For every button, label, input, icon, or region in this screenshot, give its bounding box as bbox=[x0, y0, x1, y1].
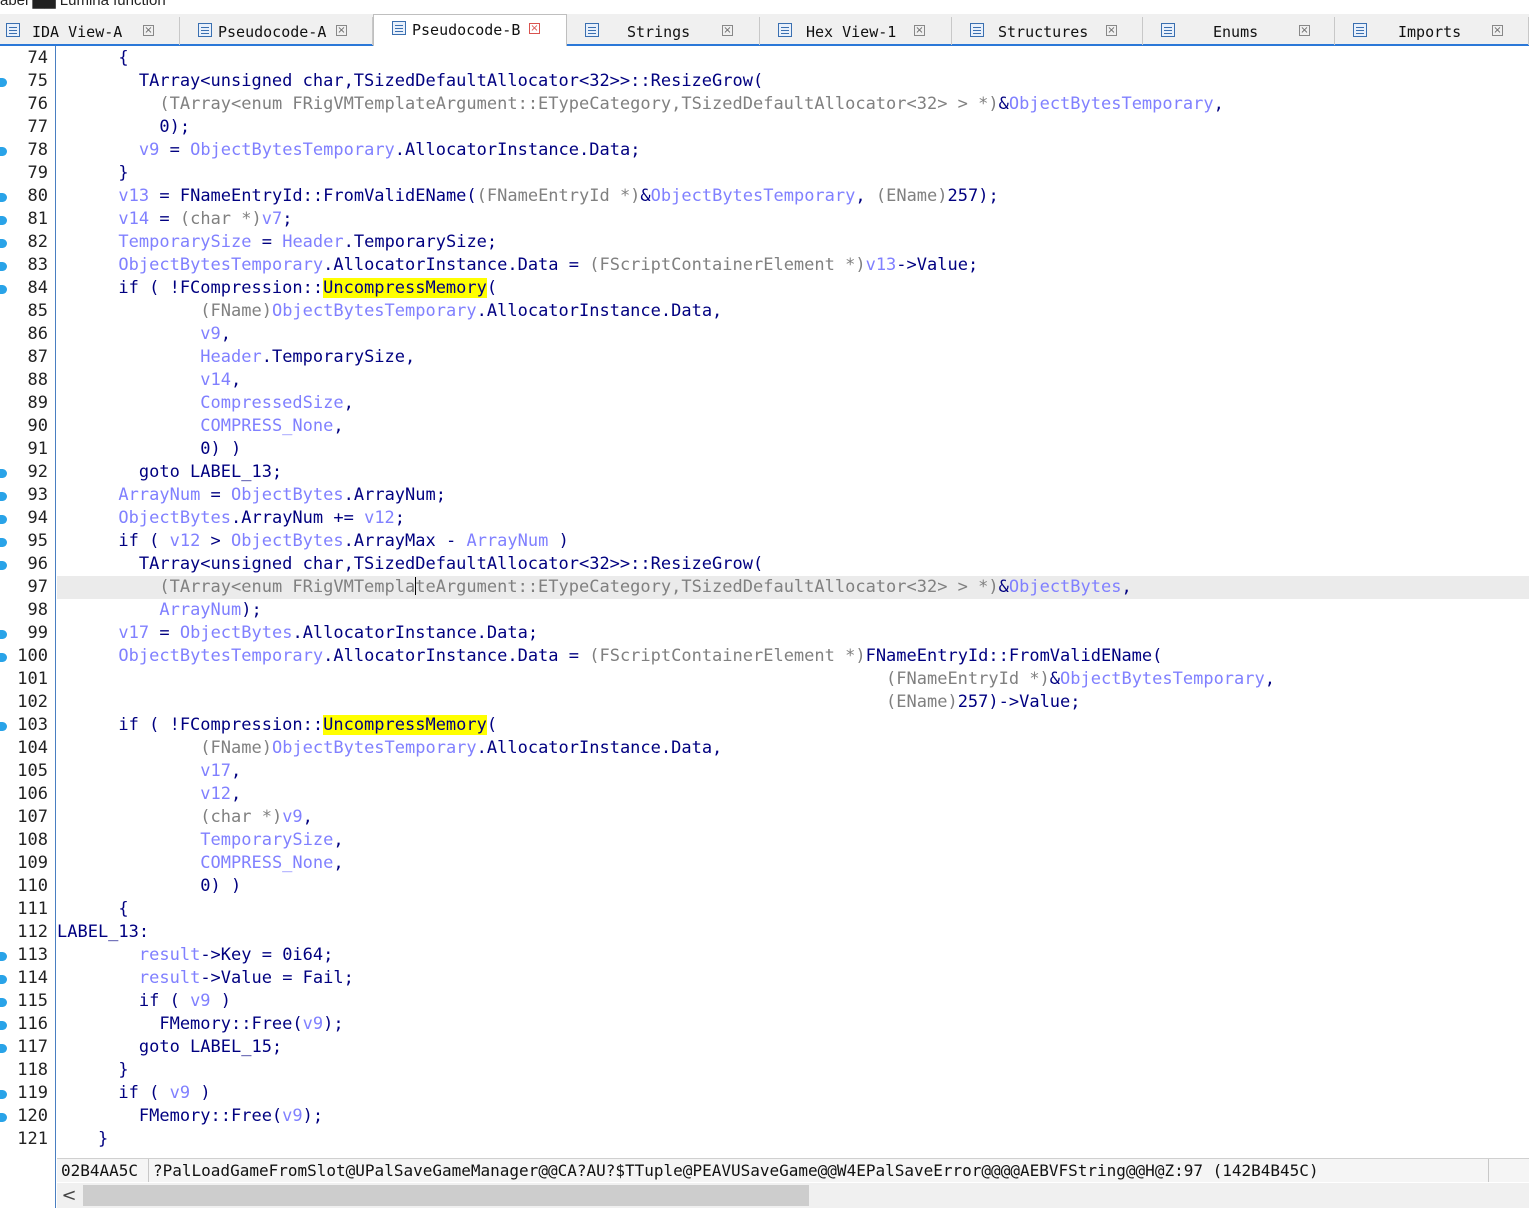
tab-label: Pseudocode-A bbox=[218, 23, 327, 41]
code-line[interactable]: LABEL_13: bbox=[57, 921, 1529, 944]
tab-label: Imports bbox=[1398, 23, 1462, 41]
code-line[interactable]: ObjectBytesTemporary.AllocatorInstance.D… bbox=[57, 254, 1529, 277]
code-line[interactable]: FMemory::Free(v9); bbox=[57, 1013, 1529, 1036]
code-line[interactable]: result->Value = Fail; bbox=[57, 967, 1529, 990]
code-line[interactable]: v13 = FNameEntryId::FromValidEName((FNam… bbox=[57, 185, 1529, 208]
tab-hex-view-1[interactable]: Hex View-1 × bbox=[760, 17, 952, 45]
code-line[interactable]: CompressedSize, bbox=[57, 392, 1529, 415]
code-line[interactable]: } bbox=[57, 162, 1529, 185]
strings-icon bbox=[585, 23, 599, 37]
scrollbar-thumb[interactable] bbox=[83, 1185, 809, 1206]
tab-label: Hex View-1 bbox=[806, 23, 897, 41]
close-icon[interactable]: × bbox=[1299, 25, 1310, 36]
code-line[interactable]: if ( !FCompression::UncompressMemory( bbox=[57, 277, 1529, 300]
code-line[interactable]: if ( v9 ) bbox=[57, 990, 1529, 1013]
code-line[interactable]: goto LABEL_13; bbox=[57, 461, 1529, 484]
code-line[interactable]: ObjectBytesTemporary.AllocatorInstance.D… bbox=[57, 645, 1529, 668]
enums-icon bbox=[1161, 23, 1175, 37]
code-line[interactable]: v12, bbox=[57, 783, 1529, 806]
code-line[interactable]: TemporarySize, bbox=[57, 829, 1529, 852]
close-icon[interactable]: × bbox=[722, 25, 733, 36]
code-line[interactable]: Header.TemporarySize, bbox=[57, 346, 1529, 369]
code-line[interactable]: result->Key = 0i64; bbox=[57, 944, 1529, 967]
close-icon[interactable]: × bbox=[336, 25, 347, 36]
code-line[interactable]: } bbox=[57, 1128, 1529, 1151]
hex-view-icon bbox=[778, 23, 792, 37]
tab-strings[interactable]: Strings × bbox=[567, 17, 760, 45]
status-address: 02B4AA5C bbox=[57, 1159, 149, 1182]
tab-label: IDA View-A bbox=[32, 23, 123, 41]
tab-structures[interactable]: Structures × bbox=[952, 17, 1143, 45]
structures-icon bbox=[970, 23, 984, 37]
window-title-strip: abel ▇▇ Lumina function bbox=[0, 0, 1529, 14]
tab-label: Enums bbox=[1213, 23, 1259, 41]
pseudocode-icon bbox=[198, 23, 212, 37]
code-line[interactable]: if ( v12 > ObjectBytes.ArrayMax - ArrayN… bbox=[57, 530, 1529, 553]
code-line[interactable]: v17 = ObjectBytes.AllocatorInstance.Data… bbox=[57, 622, 1529, 645]
code-line[interactable]: (FName)ObjectBytesTemporary.AllocatorIns… bbox=[57, 737, 1529, 760]
status-location: ?PalLoadGameFromSlot@UPalSaveGameManager… bbox=[149, 1159, 1489, 1182]
code-line[interactable]: ObjectBytes.ArrayNum += v12; bbox=[57, 507, 1529, 530]
tab-pseudocode-a[interactable]: Pseudocode-A × bbox=[180, 17, 373, 45]
tab-label: Pseudocode-B bbox=[412, 21, 521, 39]
code-line[interactable]: (char *)v9, bbox=[57, 806, 1529, 829]
code-line[interactable]: } bbox=[57, 1059, 1529, 1082]
tab-bar: IDA View-A × Pseudocode-A × Pseudocode-B × Str… bbox=[0, 14, 1529, 46]
tab-ida-view-a[interactable]: IDA View-A × bbox=[0, 17, 180, 45]
text-caret bbox=[415, 577, 417, 595]
code-line[interactable]: v9, bbox=[57, 323, 1529, 346]
ida-view-icon bbox=[6, 23, 20, 37]
close-icon[interactable]: × bbox=[914, 25, 925, 36]
code-line[interactable]: TArray<unsigned char,TSizedDefaultAlloca… bbox=[57, 553, 1529, 576]
code-line[interactable]: v14, bbox=[57, 369, 1529, 392]
tab-enums[interactable]: Enums × bbox=[1143, 17, 1335, 45]
pseudocode-icon bbox=[392, 21, 406, 35]
code-line[interactable]: TArray<unsigned char,TSizedDefaultAlloca… bbox=[57, 70, 1529, 93]
code-line[interactable]: COMPRESS_None, bbox=[57, 415, 1529, 438]
code-line[interactable]: v17, bbox=[57, 760, 1529, 783]
window-title-text: abel ▇▇ Lumina function bbox=[0, 0, 166, 9]
tab-imports[interactable]: Imports × bbox=[1335, 17, 1529, 45]
tab-label: Strings bbox=[627, 23, 691, 41]
code-line[interactable]: v9 = ObjectBytesTemporary.AllocatorInsta… bbox=[57, 139, 1529, 162]
pseudocode-editor[interactable]: { TArray<unsigned char,TSizedDefaultAllo… bbox=[0, 46, 1529, 1158]
scroll-left-arrow-icon[interactable]: < bbox=[57, 1183, 81, 1208]
code-line[interactable]: (FName)ObjectBytesTemporary.AllocatorIns… bbox=[57, 300, 1529, 323]
code-line[interactable]: ArrayNum = ObjectBytes.ArrayNum; bbox=[57, 484, 1529, 507]
tab-pseudocode-b[interactable]: Pseudocode-B × bbox=[373, 14, 567, 46]
tab-label: Structures bbox=[998, 23, 1089, 41]
code-line[interactable]: 0) ) bbox=[57, 438, 1529, 461]
code-line[interactable]: if ( v9 ) bbox=[57, 1082, 1529, 1105]
code-line[interactable]: if ( !FCompression::UncompressMemory( bbox=[57, 714, 1529, 737]
close-icon[interactable]: × bbox=[529, 23, 540, 34]
horizontal-scrollbar[interactable]: < bbox=[57, 1183, 1529, 1208]
code-line[interactable]: (EName)257)->Value; bbox=[57, 691, 1529, 714]
close-icon[interactable]: × bbox=[143, 25, 154, 36]
close-icon[interactable]: × bbox=[1106, 25, 1117, 36]
code-line[interactable]: goto LABEL_15; bbox=[57, 1036, 1529, 1059]
close-icon[interactable]: × bbox=[1492, 25, 1503, 36]
code-line[interactable]: 0) ) bbox=[57, 875, 1529, 898]
code-line[interactable]: COMPRESS_None, bbox=[57, 852, 1529, 875]
imports-icon bbox=[1353, 23, 1367, 37]
code-line[interactable]: ArrayNum); bbox=[57, 599, 1529, 622]
code-line[interactable]: (TArray<enum FRigVMTemplateArgument::ETy… bbox=[57, 576, 1529, 599]
code-line[interactable]: (TArray<enum FRigVMTemplateArgument::ETy… bbox=[57, 93, 1529, 116]
code-line[interactable]: (FNameEntryId *)&ObjectBytesTemporary, bbox=[57, 668, 1529, 691]
code-line[interactable]: { bbox=[57, 47, 1529, 70]
code-line[interactable]: v14 = (char *)v7; bbox=[57, 208, 1529, 231]
status-bar: 02B4AA5C ?PalLoadGameFromSlot@UPalSaveGa… bbox=[57, 1158, 1529, 1182]
code-line[interactable]: FMemory::Free(v9); bbox=[57, 1105, 1529, 1128]
code-line[interactable]: 0); bbox=[57, 116, 1529, 139]
code-line[interactable]: TemporarySize = Header.TemporarySize; bbox=[57, 231, 1529, 254]
code-line[interactable]: { bbox=[57, 898, 1529, 921]
